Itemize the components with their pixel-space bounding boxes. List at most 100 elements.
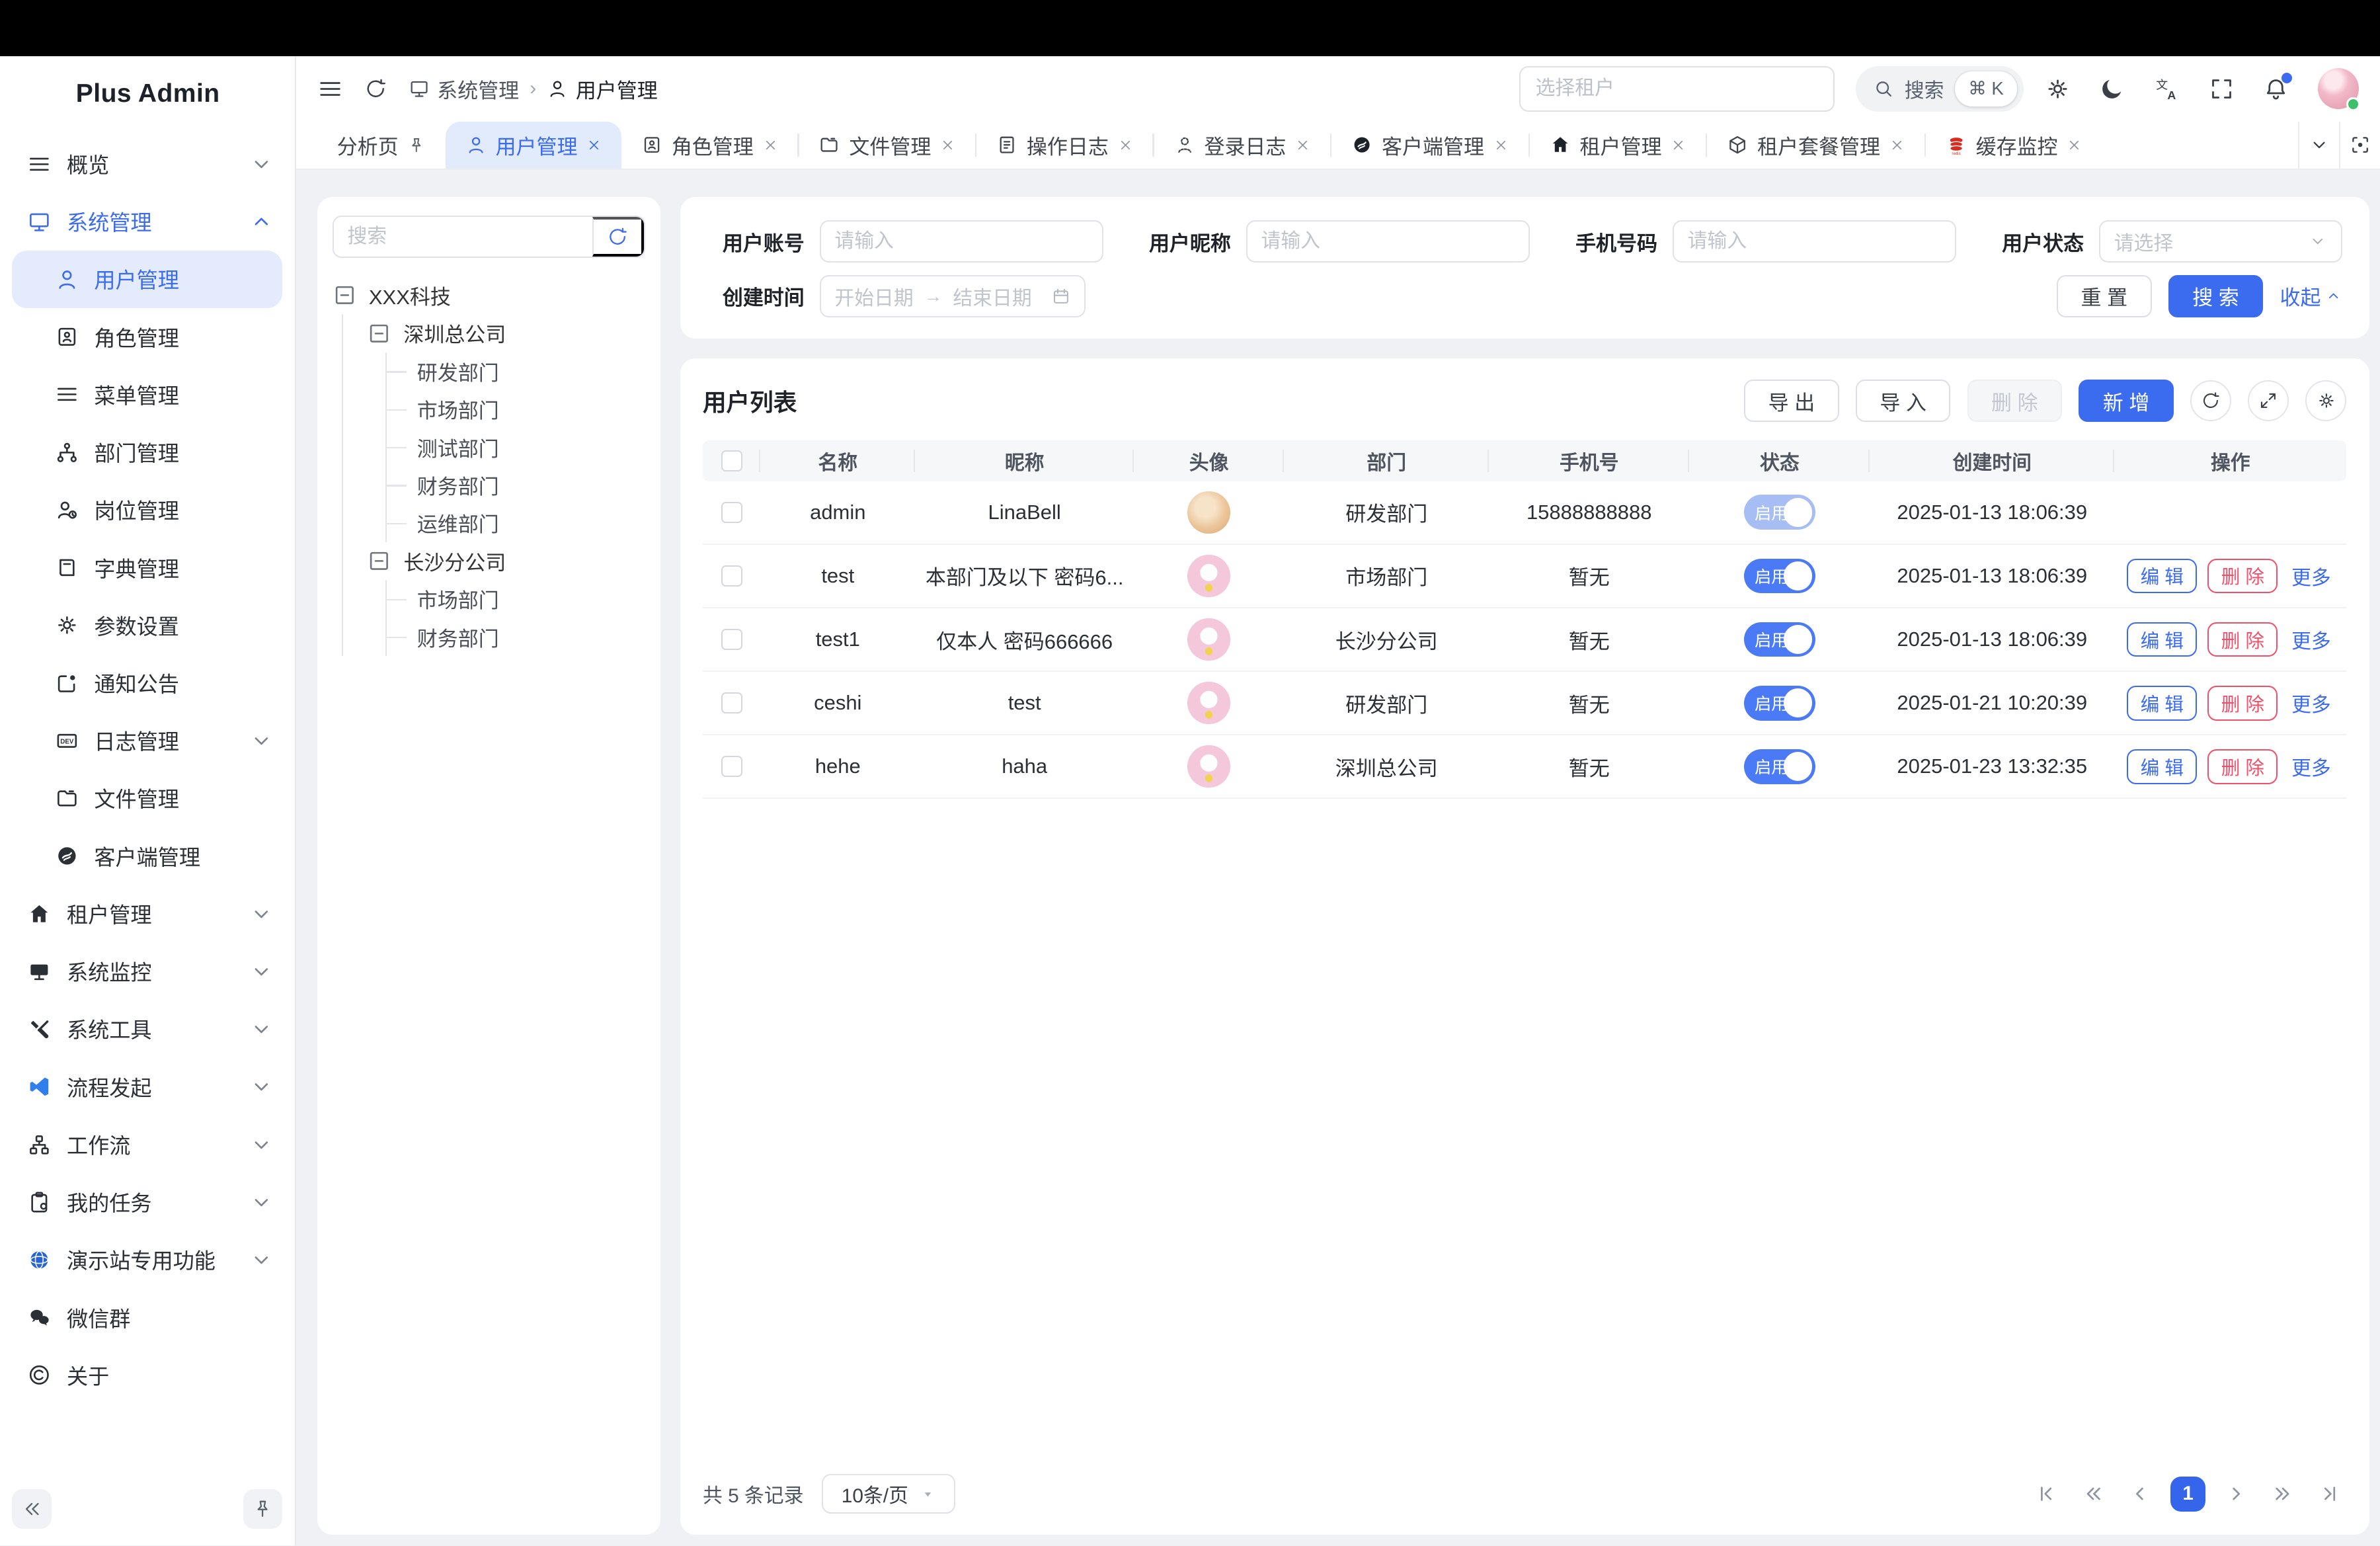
- page-size-select[interactable]: 10条/页: [822, 1474, 955, 1514]
- more-actions-link[interactable]: 更多: [2289, 559, 2334, 594]
- row-checkbox[interactable]: [721, 502, 742, 523]
- delete-row-button[interactable]: 删 除: [2207, 622, 2278, 657]
- search-button[interactable]: 搜 索: [2168, 275, 2263, 317]
- add-button[interactable]: 新 增: [2079, 380, 2173, 422]
- close-icon[interactable]: [1671, 138, 1686, 153]
- fullscreen-button[interactable]: [2209, 76, 2235, 102]
- close-icon[interactable]: [586, 138, 602, 153]
- sidebar-item-log-mgmt[interactable]: 日志管理: [0, 712, 295, 770]
- sidebar-collapse-button[interactable]: [12, 1489, 52, 1529]
- sidebar-item-role-mgmt[interactable]: 角色管理: [0, 308, 295, 366]
- close-icon[interactable]: [2067, 138, 2082, 153]
- tree-node-branch[interactable]: 长沙分公司: [367, 542, 645, 580]
- row-checkbox[interactable]: [721, 756, 742, 777]
- user-avatar[interactable]: [2318, 68, 2359, 109]
- filter-phone-input[interactable]: [1673, 220, 1956, 263]
- sidebar-item-system-mgmt[interactable]: 系统管理: [0, 193, 295, 251]
- sidebar-item-overview[interactable]: 概览: [0, 135, 295, 192]
- tab-analysis-page[interactable]: 分析页: [317, 122, 446, 169]
- jump-forward-button[interactable]: [2266, 1477, 2300, 1511]
- last-page-button[interactable]: [2313, 1477, 2347, 1511]
- sidebar-item-system-monitor[interactable]: 系统监控: [0, 943, 295, 1000]
- delete-button[interactable]: 删 除: [1967, 380, 2062, 422]
- tree-node-root[interactable]: XXX科技: [333, 276, 645, 314]
- next-page-button[interactable]: [2219, 1477, 2253, 1511]
- language-switch-button[interactable]: [2154, 76, 2180, 102]
- sidebar-item-wechat-group[interactable]: 微信群: [0, 1289, 295, 1346]
- sidebar-item-demo-features[interactable]: 演示站专用功能: [0, 1231, 295, 1289]
- row-checkbox[interactable]: [721, 629, 742, 650]
- tree-node-branch[interactable]: 深圳总公司: [367, 314, 645, 352]
- filter-status-select[interactable]: 请选择: [2099, 220, 2342, 263]
- filter-nickname-input[interactable]: [1246, 220, 1530, 263]
- collapse-box-icon[interactable]: [333, 283, 357, 307]
- status-toggle[interactable]: 启用: [1744, 495, 1815, 530]
- notifications-button[interactable]: [2263, 76, 2289, 102]
- sidebar-item-file-mgmt[interactable]: 文件管理: [0, 770, 295, 827]
- more-actions-link[interactable]: 更多: [2289, 622, 2334, 657]
- jump-back-button[interactable]: [2077, 1477, 2110, 1511]
- sidebar-pin-button[interactable]: [243, 1489, 283, 1529]
- sidebar-item-process-start[interactable]: 流程发起: [0, 1058, 295, 1116]
- sidebar-item-menu-mgmt[interactable]: 菜单管理: [0, 366, 295, 423]
- status-toggle[interactable]: 启用: [1744, 559, 1815, 594]
- filter-date-range-picker[interactable]: 开始日期 → 结束日期: [820, 275, 1086, 317]
- filter-account-input[interactable]: [820, 220, 1103, 263]
- more-actions-link[interactable]: 更多: [2289, 686, 2334, 721]
- delete-row-button[interactable]: 删 除: [2207, 559, 2278, 594]
- tree-search-input[interactable]: [334, 217, 592, 257]
- sidebar-item-param-settings[interactable]: 参数设置: [0, 596, 295, 654]
- sidebar-item-system-tools[interactable]: 系统工具: [0, 1000, 295, 1058]
- sidebar-item-dept-mgmt[interactable]: 部门管理: [0, 423, 295, 481]
- tree-node-leaf[interactable]: 运维部门: [387, 504, 645, 542]
- content-fullscreen-button[interactable]: [2339, 122, 2380, 169]
- tab-client-mgmt[interactable]: 客户端管理: [1331, 122, 1528, 169]
- table-refresh-button[interactable]: [2190, 380, 2231, 421]
- sidebar-item-about[interactable]: 关于: [0, 1346, 295, 1404]
- close-icon[interactable]: [1295, 138, 1310, 153]
- hamburger-menu-button[interactable]: [317, 76, 343, 102]
- tree-node-leaf[interactable]: 市场部门: [387, 390, 645, 428]
- import-button[interactable]: 导 入: [1856, 380, 1950, 422]
- tree-node-leaf[interactable]: 测试部门: [387, 428, 645, 466]
- edit-button[interactable]: 编 辑: [2127, 559, 2197, 594]
- status-toggle[interactable]: 启用: [1744, 686, 1815, 721]
- reset-button[interactable]: 重 置: [2057, 275, 2151, 317]
- sidebar-item-tenant-mgmt[interactable]: 租户管理: [0, 885, 295, 942]
- delete-row-button[interactable]: 删 除: [2207, 686, 2278, 721]
- collapse-box-icon[interactable]: [367, 321, 391, 346]
- close-icon[interactable]: [940, 138, 955, 153]
- sidebar-item-dict-mgmt[interactable]: 字典管理: [0, 539, 295, 596]
- breadcrumb-system-mgmt[interactable]: 系统管理: [409, 74, 520, 104]
- status-toggle[interactable]: 启用: [1744, 749, 1815, 784]
- refresh-page-button[interactable]: [364, 77, 387, 100]
- close-icon[interactable]: [1493, 138, 1509, 153]
- edit-button[interactable]: 编 辑: [2127, 749, 2197, 784]
- tabs-dropdown-button[interactable]: [2298, 122, 2339, 169]
- collapse-box-icon[interactable]: [367, 549, 391, 573]
- select-all-checkbox[interactable]: [721, 450, 742, 471]
- current-page-button[interactable]: 1: [2170, 1477, 2205, 1512]
- sidebar-item-client-mgmt[interactable]: 客户端管理: [0, 827, 295, 885]
- close-icon[interactable]: [1889, 138, 1905, 153]
- tab-tenant-package-mgmt[interactable]: 租户套餐管理: [1707, 122, 1924, 169]
- first-page-button[interactable]: [2030, 1477, 2063, 1511]
- settings-button[interactable]: [2045, 76, 2071, 102]
- export-button[interactable]: 导 出: [1744, 380, 1839, 422]
- sidebar-item-user-mgmt[interactable]: 用户管理: [12, 251, 282, 308]
- status-toggle[interactable]: 启用: [1744, 622, 1815, 657]
- more-actions-link[interactable]: 更多: [2289, 749, 2334, 784]
- tab-role-mgmt[interactable]: 角色管理: [621, 122, 797, 169]
- tree-node-leaf[interactable]: 财务部门: [387, 618, 645, 655]
- tab-user-mgmt[interactable]: 用户管理: [446, 122, 621, 169]
- sidebar-item-notice[interactable]: 通知公告: [0, 654, 295, 712]
- sidebar-item-my-tasks[interactable]: 我的任务: [0, 1174, 295, 1231]
- tab-operation-log[interactable]: 操作日志: [976, 122, 1152, 169]
- table-fullscreen-button[interactable]: [2248, 380, 2289, 421]
- sidebar-item-workflow[interactable]: 工作流: [0, 1116, 295, 1173]
- global-search-button[interactable]: 搜索 ⌘ K: [1856, 66, 2023, 112]
- tree-node-leaf[interactable]: 研发部门: [387, 352, 645, 390]
- edit-button[interactable]: 编 辑: [2127, 686, 2197, 721]
- close-icon[interactable]: [763, 138, 778, 153]
- dark-mode-toggle[interactable]: [2099, 76, 2125, 102]
